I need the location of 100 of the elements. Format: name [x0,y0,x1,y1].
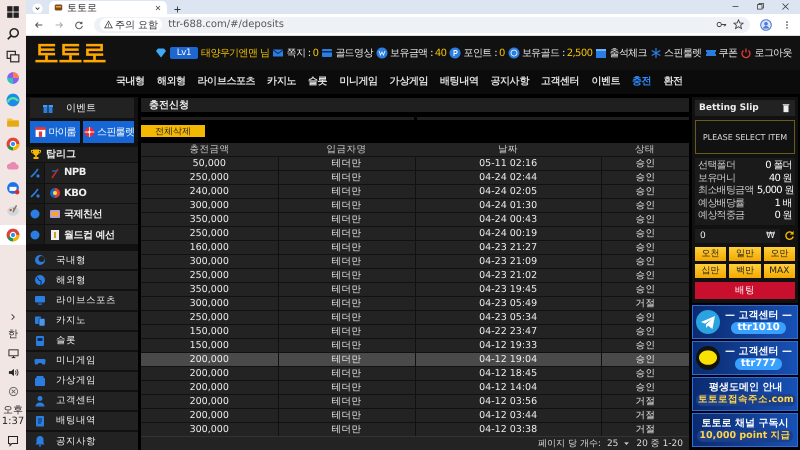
sidebar-item[interactable]: 가상게임 [26,372,138,390]
browser-icon[interactable] [6,228,20,242]
chevron-icon[interactable] [9,313,17,321]
quick-amount-button[interactable]: 백만 [729,264,761,278]
account-link[interactable]: 출석체크 [595,46,647,60]
shortcut-button[interactable]: 마이룸 [30,120,80,143]
caret-icon [623,440,630,447]
input-method-indicator[interactable]: 한 [1,329,25,340]
account-link[interactable]: 로그아웃 [740,46,792,60]
nav-item[interactable]: 배팅내역 [434,70,484,94]
league-item[interactable]: KBO [45,184,138,204]
sidebar-item[interactable]: 공지사항 [26,432,138,450]
promo-banner[interactable]: 토토로 채널 구독시 10,000 point 지급 [692,412,798,446]
close-icon[interactable] [154,4,162,12]
per-page-select[interactable]: 25 [606,438,630,448]
nav-item[interactable]: 국내형 [110,70,151,94]
promo-banner[interactable]: 평생도메인 안내 토토로접속주소.com [692,376,798,410]
windows-icon[interactable] [6,5,20,19]
nav-item[interactable]: 라이브스포츠 [192,70,262,94]
refresh-icon[interactable] [784,230,795,241]
info-value: 5,000 원 [756,185,794,198]
notification-icon[interactable] [7,435,19,447]
nav-item[interactable]: 고객센터 [534,70,586,94]
trash-icon[interactable] [781,103,791,113]
nav-item[interactable]: 해외형 [150,70,192,94]
nav-item[interactable]: 환전 [657,70,688,94]
page-range: 20 중 1-20 [636,438,683,450]
task-view-icon[interactable] [6,49,20,63]
promo-banner[interactable]: — 고객센터 — ttr1010 [692,304,798,338]
nav-item[interactable]: 슬롯 [302,70,334,94]
event-menu-item[interactable]: 이벤트 [30,98,134,118]
calendar-icon [595,47,608,59]
browser-icon[interactable] [6,93,20,107]
league-item[interactable]: NPB [45,163,138,183]
account-link[interactable]: 골드영상 [321,46,373,60]
monitor-icon [34,294,46,306]
restore-icon[interactable] [756,2,765,10]
sidebar-item[interactable]: 카지노 [26,312,138,330]
column-header: 상태 [601,143,689,156]
sidebar-item[interactable]: 슬롯 [26,332,138,350]
sidebar-item[interactable]: 미니게임 [26,352,138,370]
sidebar-item[interactable]: 고객센터 [26,392,138,410]
account-link[interactable]: 쪽지 : 0 [272,46,318,60]
nav-item[interactable]: 충전 [626,70,658,94]
back-icon[interactable] [34,20,44,30]
quick-amount-button[interactable]: 오천 [695,246,726,260]
sidebar-item[interactable]: 라이브스포츠 [26,291,138,310]
sidebar-item[interactable]: 국내형 [26,251,138,270]
quick-amount-button[interactable]: 일만 [729,246,761,260]
nav-item[interactable]: 이벤트 [585,70,626,94]
clock[interactable]: 오후 1:37 [1,405,25,427]
ticket-icon [704,47,717,59]
account-link[interactable]: 보유골드 : 2,500 [508,46,592,60]
quick-amount-button[interactable]: 십만 [695,264,726,278]
nav-item[interactable]: 카지노 [261,70,302,94]
baseball-icon [29,187,41,200]
account-link[interactable]: 쿠폰 [704,46,738,60]
site-logo[interactable]: 토토로 [34,38,106,68]
section-header: 탑리그 [26,146,138,162]
profile-icon[interactable] [760,18,772,30]
close-icon[interactable] [781,2,790,10]
display-icon[interactable] [8,348,18,359]
league-item[interactable]: 국제친선 [45,204,138,224]
search-icon[interactable] [6,27,20,41]
box-icon [34,374,46,387]
dropdown-icon[interactable] [32,3,43,14]
league-item[interactable]: 월드컵 예선 [45,224,138,244]
paint-icon[interactable] [6,203,20,217]
account-link[interactable]: 보유금액 : 40 [376,46,446,60]
wheel-icon [83,125,96,138]
security-chip[interactable]: 주의 요함 [100,18,162,31]
quick-amount-button[interactable]: MAX [764,264,795,278]
reload-icon[interactable] [74,20,84,30]
key-icon[interactable] [716,19,727,30]
mail-app-icon[interactable] [6,181,20,195]
cards-icon [34,314,46,327]
sidebar-item[interactable]: 해외형 [26,271,138,290]
amount-field[interactable]: 0 ₩ [695,228,780,242]
baseball-icon [29,166,41,179]
account-link[interactable]: 포인트 : 0 [449,46,505,60]
quick-amount-button[interactable]: 오만 [764,246,795,260]
shortcut-button[interactable]: 스핀룰렛 [83,120,134,143]
nav-item[interactable]: 미니게임 [333,70,384,94]
sidebar-item[interactable]: 배팅내역 [26,412,138,430]
bell-icon [34,435,46,447]
blocked-icon[interactable] [8,386,18,397]
slot-machine-icon [34,334,46,347]
browser-icon[interactable] [6,137,20,151]
nav-item[interactable]: 가상게임 [384,70,434,94]
store-icon [34,125,48,138]
bet-button[interactable]: 배팅 [695,282,795,298]
browser-tab[interactable]: 토토로 [49,1,167,14]
address-bar[interactable]: 주의 요함 ttr-688.com/#/deposits [94,16,750,32]
star-icon[interactable] [733,19,744,30]
delete-all-button[interactable]: 전체삭제 [141,125,205,137]
new-tab-icon[interactable] [173,5,182,14]
speaker-icon[interactable] [8,367,18,378]
promo-banner[interactable]: — 고객센터 — ttr777 [692,340,798,374]
nav-item[interactable]: 공지사항 [484,70,535,94]
account-link[interactable]: 스핀룰렛 [650,46,702,60]
